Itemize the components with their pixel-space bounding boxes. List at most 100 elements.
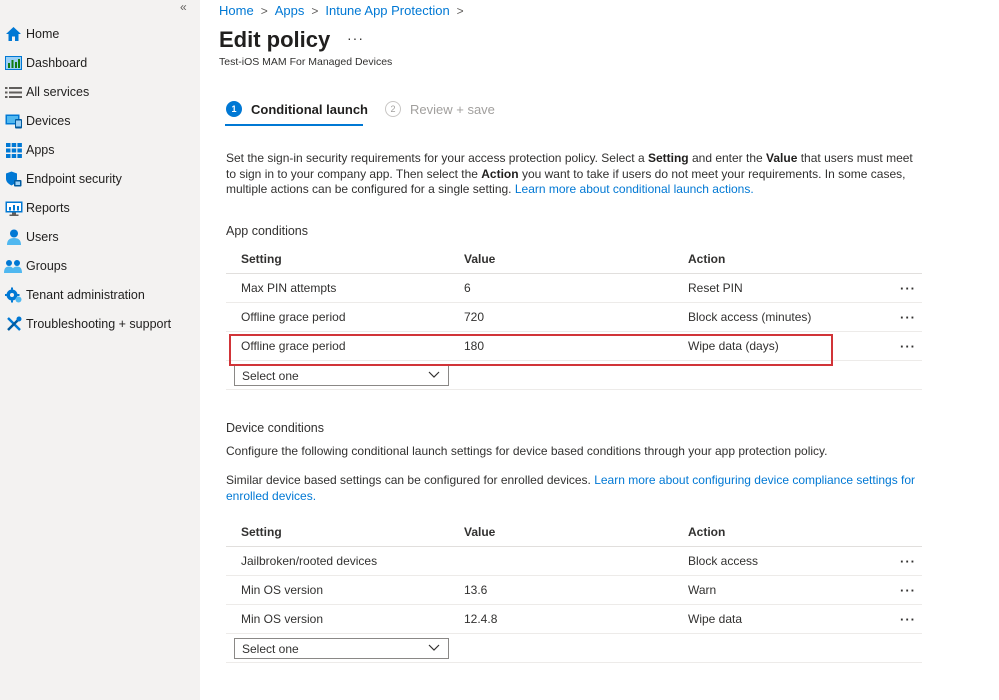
table-row: Jailbroken/rooted devices Block access ·… xyxy=(226,547,922,576)
sidebar-item-label: Devices xyxy=(26,114,71,128)
setting-cell: Min OS version xyxy=(241,612,324,626)
home-icon xyxy=(1,24,26,44)
row-more-button[interactable]: ··· xyxy=(900,310,916,325)
active-step-indicator xyxy=(225,124,363,126)
column-header-action: Action xyxy=(688,252,726,266)
step-number: 2 xyxy=(385,101,401,117)
step-conditional-launch[interactable]: 1 Conditional launch xyxy=(226,101,368,117)
action-cell: Wipe data (days) xyxy=(688,339,779,353)
action-cell: Reset PIN xyxy=(688,281,743,295)
sidebar-item-all-services[interactable]: All services xyxy=(0,79,200,105)
value-cell: 6 xyxy=(464,281,471,295)
row-more-button[interactable]: ··· xyxy=(900,339,916,354)
app-conditions-title: App conditions xyxy=(226,224,309,238)
sidebar-item-label: Users xyxy=(26,230,59,244)
row-more-button[interactable]: ··· xyxy=(900,281,916,296)
action-cell: Wipe data xyxy=(688,612,743,626)
devices-icon xyxy=(1,111,26,131)
breadcrumb-intune-app-protection-link[interactable]: Intune App Protection xyxy=(325,3,449,18)
add-setting-row: Select one xyxy=(226,361,922,390)
table-row: Offline grace period 720 Block access (m… xyxy=(226,303,922,332)
sidebar-item-label: Dashboard xyxy=(26,56,88,70)
sidebar-item-label: Groups xyxy=(26,259,67,273)
chevron-down-icon xyxy=(428,368,440,383)
sidebar-item-apps[interactable]: Apps xyxy=(0,137,200,163)
sidebar-item-label: Home xyxy=(26,27,60,41)
sidebar-item-endpoint-security[interactable]: Endpoint security xyxy=(0,166,200,192)
column-header-setting: Setting xyxy=(241,525,282,539)
groups-icon xyxy=(1,256,26,276)
intro-description: Set the sign-in security requirements fo… xyxy=(226,151,913,196)
chevron-down-icon xyxy=(428,641,440,656)
tenant-administration-icon xyxy=(1,285,26,305)
endpoint-security-icon xyxy=(1,169,26,189)
sidebar-item-label: Endpoint security xyxy=(26,172,122,186)
all-services-icon xyxy=(1,82,26,102)
sidebar-item-dashboard[interactable]: Dashboard xyxy=(0,50,200,76)
sidebar-item-reports[interactable]: Reports xyxy=(0,195,200,221)
sidebar-item-label: Apps xyxy=(26,143,55,157)
setting-cell: Offline grace period xyxy=(241,339,346,353)
app-setting-select[interactable]: Select one xyxy=(234,365,449,386)
page-title: Edit policy xyxy=(219,27,331,52)
sidebar-item-groups[interactable]: Groups xyxy=(0,253,200,279)
apps-icon xyxy=(1,140,26,160)
setting-cell: Jailbroken/rooted devices xyxy=(241,554,378,568)
table-header: Setting Value Action xyxy=(226,245,922,274)
more-options-button[interactable]: ··· xyxy=(347,30,364,46)
reports-icon xyxy=(1,198,26,218)
select-placeholder: Select one xyxy=(242,641,299,656)
dashboard-icon xyxy=(1,53,26,73)
column-header-value: Value xyxy=(464,252,496,266)
troubleshooting-icon xyxy=(1,314,26,334)
setting-cell: Offline grace period xyxy=(241,310,346,324)
column-header-action: Action xyxy=(688,525,726,539)
value-cell: 12.4.8 xyxy=(464,612,498,626)
breadcrumb: Home > Apps > Intune App Protection > xyxy=(219,3,471,18)
table-row: Max PIN attempts 6 Reset PIN ··· xyxy=(226,274,922,303)
table-row: Min OS version 12.4.8 Wipe data ··· xyxy=(226,605,922,634)
enrolled-devices-note: Similar device based settings can be con… xyxy=(226,473,916,503)
row-more-button[interactable]: ··· xyxy=(900,612,916,627)
breadcrumb-home-link[interactable]: Home xyxy=(219,3,254,18)
table-row: Min OS version 13.6 Warn ··· xyxy=(226,576,922,605)
setting-cell: Min OS version xyxy=(241,583,324,597)
value-cell: 180 xyxy=(464,339,485,353)
step-review-save[interactable]: 2 Review + save xyxy=(385,101,495,117)
sidebar: « Home Dashboard All services Devices Ap… xyxy=(0,0,200,700)
step-label: Conditional launch xyxy=(251,101,368,117)
page-subtitle: Test-iOS MAM For Managed Devices xyxy=(219,56,393,68)
sidebar-item-label: Reports xyxy=(26,201,70,215)
column-header-value: Value xyxy=(464,525,496,539)
sidebar-item-users[interactable]: Users xyxy=(0,224,200,250)
sidebar-item-tenant-administration[interactable]: Tenant administration xyxy=(0,282,200,308)
device-conditions-description: Configure the following conditional laun… xyxy=(226,444,828,458)
breadcrumb-separator-icon: > xyxy=(456,3,464,18)
table-row: Offline grace period 180 Wipe data (days… xyxy=(226,332,922,361)
learn-more-conditional-launch-link[interactable]: Learn more about conditional launch acti… xyxy=(515,182,754,196)
sidebar-item-devices[interactable]: Devices xyxy=(0,108,200,134)
sidebar-item-label: Troubleshooting + support xyxy=(26,317,172,331)
breadcrumb-separator-icon: > xyxy=(311,3,319,18)
device-conditions-title: Device conditions xyxy=(226,421,324,435)
sidebar-item-home[interactable]: Home xyxy=(0,21,200,47)
step-number: 1 xyxy=(226,101,242,117)
row-more-button[interactable]: ··· xyxy=(900,554,916,569)
sidebar-item-troubleshooting-support[interactable]: Troubleshooting + support xyxy=(0,311,200,337)
setting-cell: Max PIN attempts xyxy=(241,281,337,295)
device-setting-select[interactable]: Select one xyxy=(234,638,449,659)
row-more-button[interactable]: ··· xyxy=(900,583,916,598)
step-label: Review + save xyxy=(410,101,495,117)
value-cell: 720 xyxy=(464,310,485,324)
table-header: Setting Value Action xyxy=(226,518,922,547)
users-icon xyxy=(1,227,26,247)
breadcrumb-separator-icon: > xyxy=(260,3,268,18)
action-cell: Block access xyxy=(688,554,759,568)
add-setting-row: Select one xyxy=(226,634,922,663)
app-conditions-table: Setting Value Action Max PIN attempts 6 … xyxy=(226,245,922,390)
sidebar-item-label: Tenant administration xyxy=(26,288,145,302)
device-conditions-table: Setting Value Action Jailbroken/rooted d… xyxy=(226,518,922,663)
breadcrumb-apps-link[interactable]: Apps xyxy=(275,3,305,18)
sidebar-item-label: All services xyxy=(26,85,90,99)
collapse-sidebar-button[interactable]: « xyxy=(180,0,187,14)
